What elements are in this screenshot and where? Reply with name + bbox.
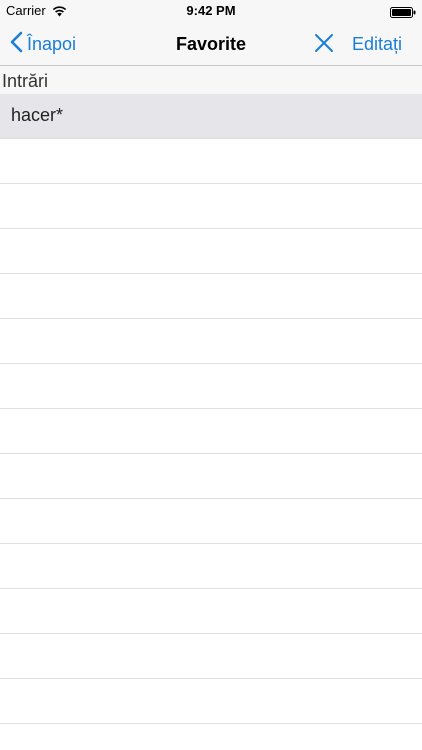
section-header: Intrări xyxy=(0,66,422,94)
empty-row xyxy=(0,274,422,319)
close-button[interactable] xyxy=(313,32,335,54)
empty-row xyxy=(0,409,422,454)
list-item-label: hacer* xyxy=(11,105,64,125)
empty-row xyxy=(0,319,422,364)
empty-row xyxy=(0,679,422,724)
empty-row xyxy=(0,364,422,409)
empty-row xyxy=(0,184,422,229)
section-header-label: Intrări xyxy=(2,71,49,91)
battery-icon xyxy=(390,5,416,18)
status-time: 9:42 PM xyxy=(186,3,236,18)
empty-row xyxy=(0,499,422,544)
empty-row xyxy=(0,544,422,589)
entries-list: hacer* xyxy=(0,94,422,724)
empty-row xyxy=(0,139,422,184)
empty-row xyxy=(0,634,422,679)
list-item[interactable]: hacer* xyxy=(0,94,422,139)
empty-row xyxy=(0,229,422,274)
edit-button[interactable]: Editați xyxy=(352,22,402,66)
empty-row xyxy=(0,589,422,634)
close-icon xyxy=(313,34,335,58)
navigation-bar: Înapoi Favorite Editați xyxy=(0,22,422,66)
empty-row xyxy=(0,454,422,499)
status-bar: Carrier 9:42 PM xyxy=(0,0,422,22)
